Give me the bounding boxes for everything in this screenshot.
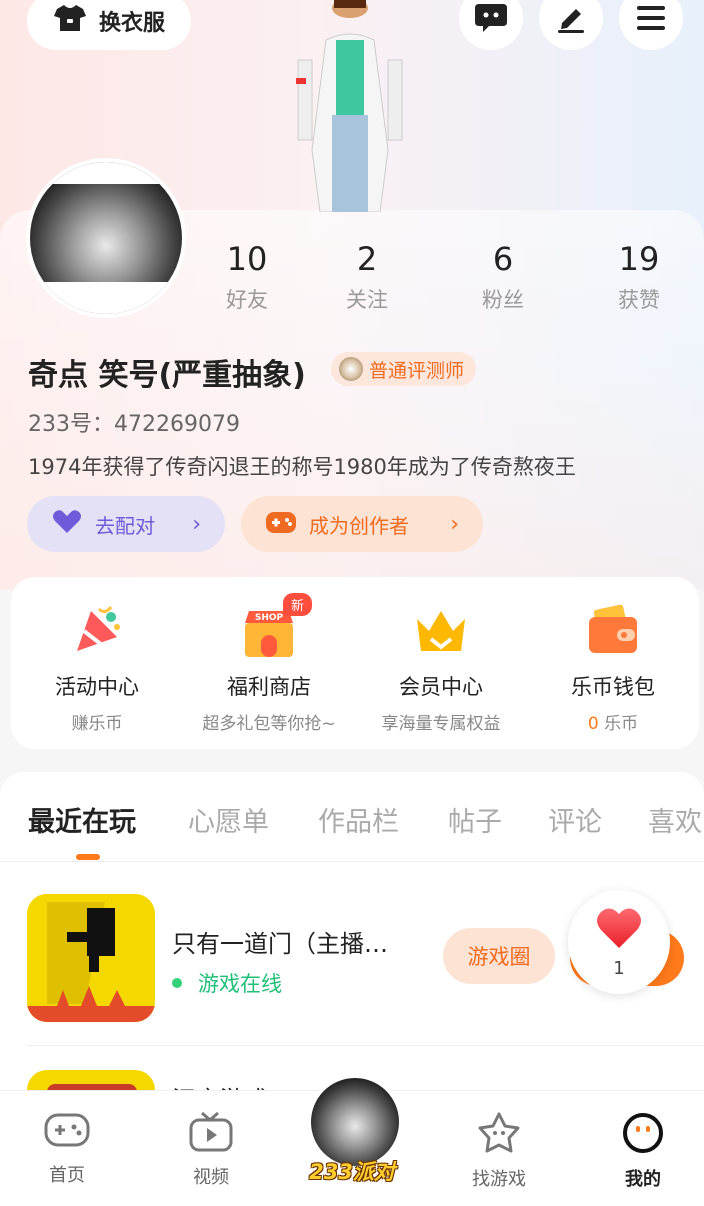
stat-label: 关注	[346, 288, 388, 312]
activity-center[interactable]: 活动中心 赚乐币	[11, 577, 183, 749]
profile-avatar[interactable]	[26, 158, 186, 318]
tab-posts[interactable]: 帖子	[448, 800, 502, 839]
username: 奇点 笑号(严重抽象)	[28, 358, 306, 393]
quick-actions-card: 活动中心 赚乐币 SHOP 新 福利商店 超多礼包等你抢~ 会员中心 享海量专属…	[11, 577, 699, 749]
stat-following[interactable]: 2 关注	[312, 240, 422, 314]
action-sub: 超多礼包等你抢~	[202, 714, 336, 734]
action-sub: 0 乐币	[588, 709, 638, 734]
nav-find-games[interactable]: 找游戏	[449, 1111, 549, 1191]
profile-face-icon	[621, 1113, 665, 1159]
profile-tabs: 最近在玩 心愿单 作品栏 帖子 评论 喜欢	[0, 800, 704, 860]
heart-icon	[51, 509, 83, 540]
active-tab-indicator	[76, 854, 100, 860]
nav-mine[interactable]: 我的	[593, 1111, 693, 1191]
action-name: 乐币钱包	[571, 675, 655, 699]
like-count: 1	[613, 957, 625, 979]
stat-likes[interactable]: 19 获赞	[584, 240, 694, 314]
stat-value: 10	[226, 240, 268, 278]
action-name: 会员中心	[399, 675, 483, 699]
stat-label: 获赞	[618, 288, 660, 312]
party-center-button[interactable]	[308, 1075, 402, 1169]
star-icon	[476, 1112, 522, 1159]
user-bio: 1974年获得了传奇闪退王的称号1980年成为了传奇熬夜王	[28, 455, 576, 479]
coin-balance: 0	[587, 714, 599, 734]
tab-works[interactable]: 作品栏	[318, 800, 399, 839]
wallet-icon	[583, 601, 643, 661]
stat-label: 粉丝	[482, 288, 524, 312]
like-float-button[interactable]: 1	[568, 890, 670, 994]
stat-label: 好友	[226, 288, 268, 312]
crown-icon	[411, 601, 471, 661]
nav-video[interactable]: 视频	[161, 1111, 261, 1189]
tab-wishlist[interactable]: 心愿单	[188, 800, 269, 839]
become-creator-button[interactable]: 成为创作者 ›	[241, 496, 483, 552]
heart-icon	[595, 906, 643, 954]
stat-value: 2	[356, 240, 378, 278]
action-name: 福利商店	[227, 675, 311, 699]
stat-fans[interactable]: 6 粉丝	[448, 240, 558, 314]
game-circle-button[interactable]: 游戏圈	[443, 928, 555, 984]
avatar-3d-figure[interactable]	[270, 0, 430, 213]
creator-label: 成为创作者	[309, 513, 409, 538]
nav-label: 首页	[49, 1165, 85, 1186]
reviewer-badge-icon	[339, 357, 363, 381]
match-label: 去配对	[95, 513, 155, 538]
nav-home[interactable]: 首页	[17, 1111, 117, 1187]
tv-icon	[188, 1111, 234, 1157]
stat-friends[interactable]: 10 好友	[192, 240, 302, 314]
tab-comments[interactable]: 评论	[548, 800, 602, 839]
member-center[interactable]: 会员中心 享海量专属权益	[355, 577, 527, 749]
chevron-right-icon: ›	[192, 511, 201, 537]
gamepad-icon	[265, 509, 297, 540]
change-outfit-button[interactable]: 换衣服	[27, 0, 191, 50]
gamepad-icon	[44, 1113, 90, 1155]
game-name: 只有一道门（主播…	[172, 930, 388, 958]
nav-label: 我的	[625, 1169, 661, 1190]
online-dot-icon	[172, 978, 182, 988]
nav-label: 视频	[193, 1167, 229, 1188]
game-online-status: 游戏在线	[172, 968, 282, 998]
divider	[27, 1045, 704, 1046]
tab-likes[interactable]: 喜欢	[648, 800, 702, 839]
party-center-label: 233派对	[309, 1160, 395, 1184]
user-id: 233号：472269079	[28, 412, 240, 437]
action-name: 活动中心	[55, 675, 139, 699]
action-sub: 赚乐币	[71, 714, 123, 734]
title-badge-label: 普通评测师	[369, 359, 465, 382]
shirt-icon	[53, 3, 87, 39]
welfare-shop[interactable]: SHOP 新 福利商店 超多礼包等你抢~	[183, 577, 355, 749]
stat-value: 19	[618, 240, 660, 278]
coin-unit: 乐币	[598, 714, 639, 734]
tab-recent-played[interactable]: 最近在玩	[28, 800, 136, 839]
coin-wallet[interactable]: 乐币钱包 0 乐币	[527, 577, 699, 749]
shop-sign-text: SHOP	[255, 613, 284, 623]
divider	[0, 861, 704, 862]
game-icon[interactable]	[27, 894, 155, 1022]
match-button[interactable]: 去配对 ›	[27, 496, 225, 552]
action-sub: 享海量专属权益	[381, 714, 501, 734]
change-outfit-label: 换衣服	[98, 11, 165, 36]
game-status-label: 游戏在线	[198, 972, 282, 996]
stat-value: 6	[492, 240, 514, 278]
party-popper-icon	[67, 601, 127, 661]
title-badge[interactable]: 普通评测师	[331, 352, 477, 386]
nav-label: 找游戏	[472, 1169, 526, 1190]
chevron-right-icon: ›	[450, 511, 459, 537]
new-badge: 新	[283, 593, 313, 616]
